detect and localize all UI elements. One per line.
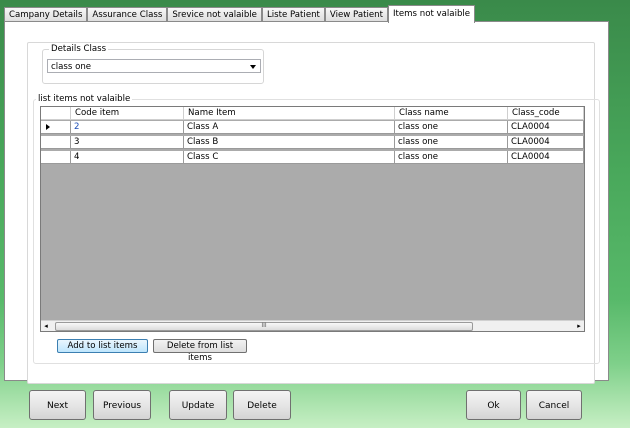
cell-code-item[interactable]: 2 (71, 121, 184, 134)
previous-button[interactable]: Previous (93, 390, 151, 420)
chevron-down-icon[interactable] (250, 65, 256, 69)
current-row-arrow-icon (46, 124, 50, 130)
tab-assurance-class[interactable]: Assurance Class (87, 7, 168, 22)
ok-button[interactable]: Ok (466, 390, 521, 420)
col-header-name-item[interactable]: Name Item (184, 107, 395, 120)
table-row[interactable]: 4 Class C class one CLA0004 (41, 151, 584, 164)
col-header-code-item[interactable]: Code item (71, 107, 184, 120)
row-header[interactable] (41, 136, 71, 149)
cell-name-item[interactable]: Class B (184, 136, 395, 149)
class-select-value: class one (51, 62, 92, 72)
cell-class-code[interactable]: CLA0004 (508, 121, 584, 134)
details-class-group: Details Class class one (42, 44, 264, 84)
cell-class-name[interactable]: class one (395, 151, 508, 164)
cell-class-code[interactable]: CLA0004 (508, 151, 584, 164)
scroll-thumb[interactable]: III (55, 322, 473, 331)
delete-button[interactable]: Delete (233, 390, 291, 420)
tab-view-patient[interactable]: View Patient (324, 7, 388, 22)
tab-liste-patient[interactable]: Liste Patient (261, 7, 325, 22)
class-select[interactable]: class one (47, 59, 261, 73)
delete-from-list-button[interactable]: Delete from list items (153, 339, 247, 363)
cell-name-item[interactable]: Class A (184, 121, 395, 134)
cell-name-item[interactable]: Class C (184, 151, 395, 164)
cell-code-item[interactable]: 3 (71, 136, 184, 149)
horizontal-scrollbar[interactable]: ◂ III ▸ (41, 320, 584, 331)
grid-corner (41, 107, 71, 120)
col-header-class-name[interactable]: Class name (395, 107, 508, 120)
table-row[interactable]: 2 Class A class one CLA0004 (41, 121, 584, 134)
update-button[interactable]: Update (169, 390, 227, 420)
cell-code-item[interactable]: 4 (71, 151, 184, 164)
table-row[interactable]: 3 Class B class one CLA0004 (41, 136, 584, 149)
cancel-button[interactable]: Cancel (526, 390, 582, 420)
row-header[interactable] (41, 121, 71, 134)
grid-header: Code item Name Item Class name Class_cod… (41, 107, 584, 120)
scroll-left-icon[interactable]: ◂ (41, 321, 51, 331)
items-grid[interactable]: Code item Name Item Class name Class_cod… (40, 106, 585, 332)
tab-strip: Campany Details Assurance Class Srevice … (4, 5, 476, 23)
tab-srevice-not-valaible[interactable]: Srevice not valaible (167, 7, 262, 22)
add-to-list-button[interactable]: Add to list items (57, 339, 148, 353)
scroll-right-icon[interactable]: ▸ (574, 321, 584, 331)
cell-class-name[interactable]: class one (395, 136, 508, 149)
list-items-legend: list items not valaible (36, 94, 133, 104)
next-button[interactable]: Next (29, 390, 86, 420)
cell-class-name[interactable]: class one (395, 121, 508, 134)
tab-campany-details[interactable]: Campany Details (4, 7, 88, 22)
row-header[interactable] (41, 151, 71, 164)
tab-items-not-valaible[interactable]: Items not valaible (387, 5, 476, 23)
col-header-class-code[interactable]: Class_code (508, 107, 584, 120)
cell-class-code[interactable]: CLA0004 (508, 136, 584, 149)
details-class-legend: Details Class (49, 44, 109, 54)
